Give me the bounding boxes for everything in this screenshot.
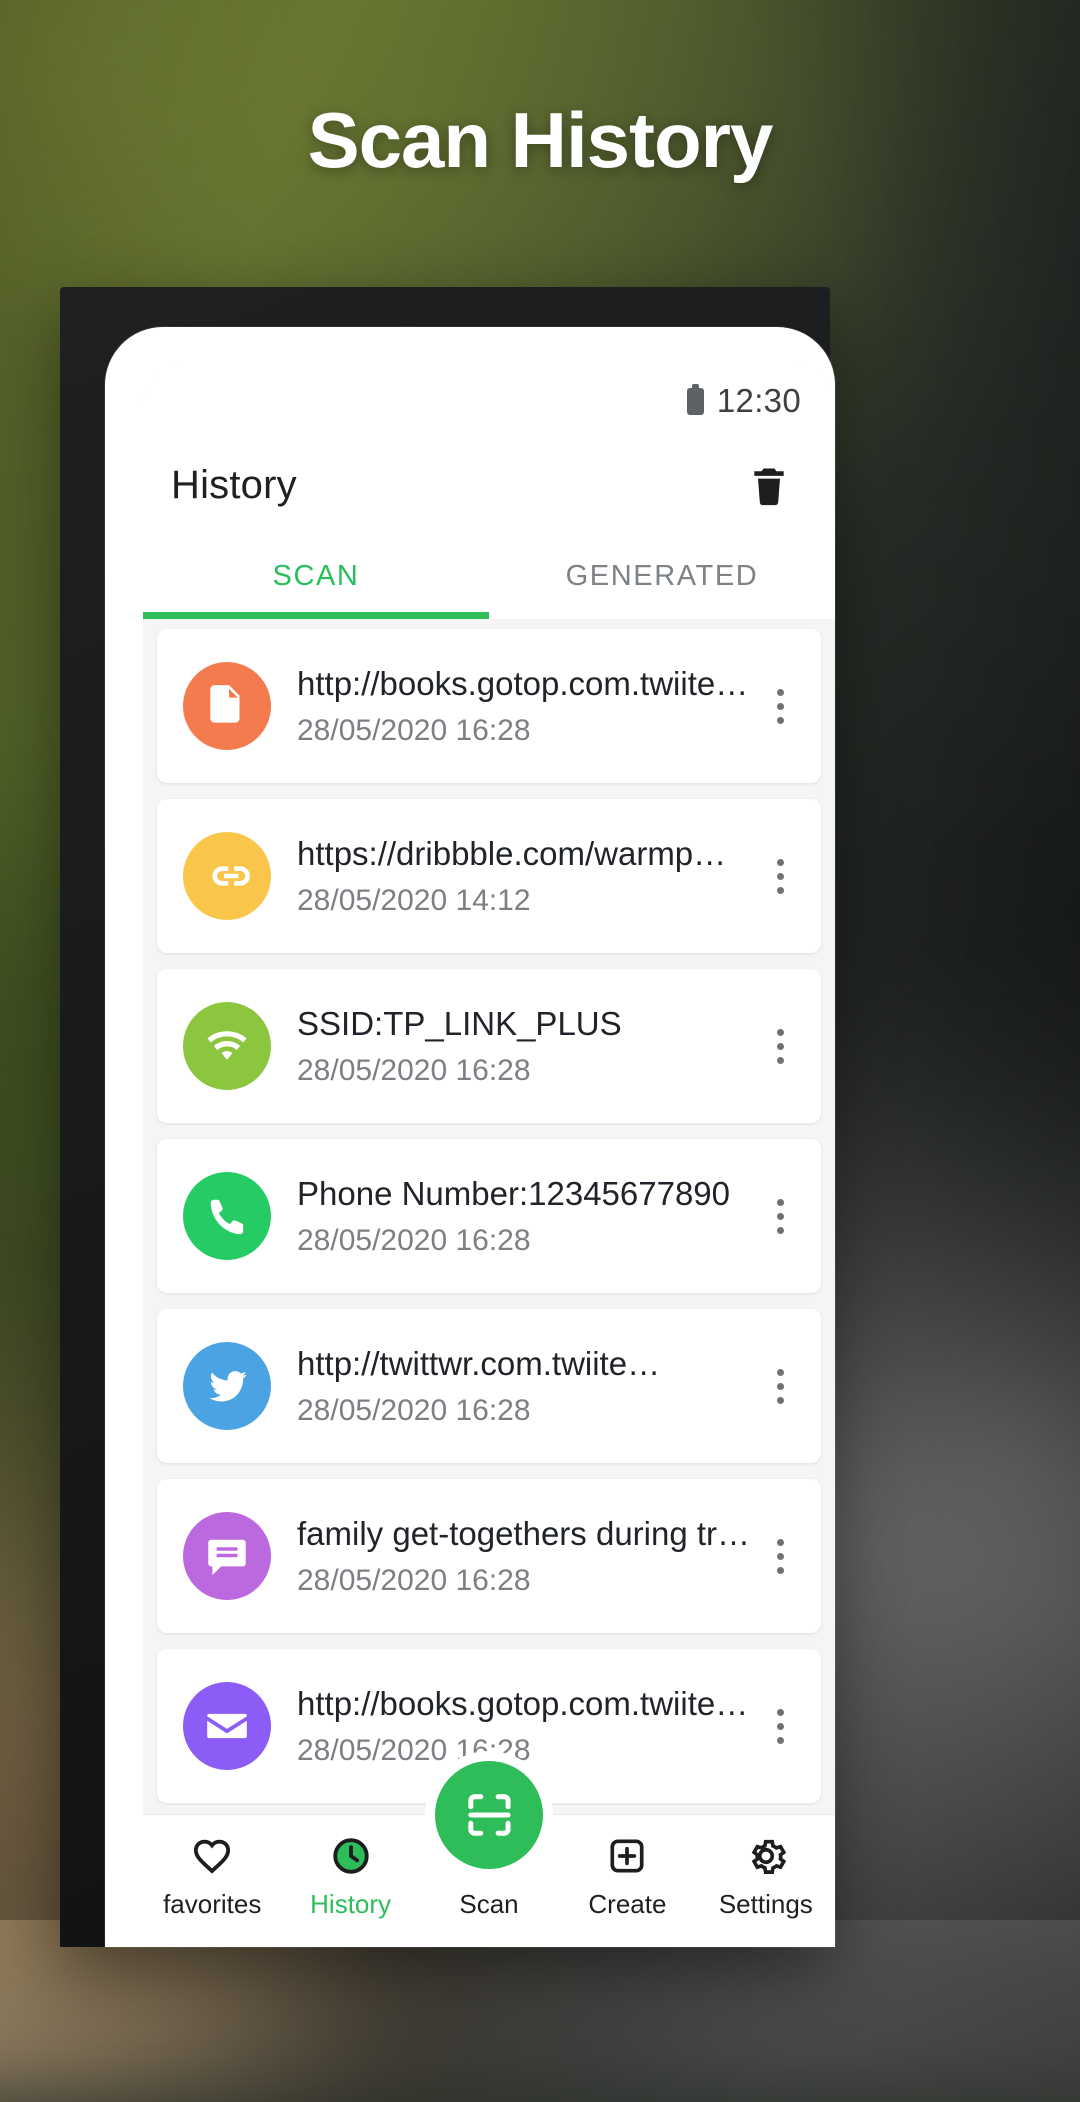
history-tabs: SCAN GENERATED	[143, 533, 835, 619]
status-bar-clock: 12:30	[716, 382, 801, 419]
message-icon	[208, 1539, 246, 1576]
item-timestamp: 28/05/2020 14:12	[297, 884, 531, 918]
item-timestamp: 28/05/2020 16:28	[297, 1054, 531, 1088]
item-text: http://books.gotop.com.twiite… 28/05/202…	[297, 1683, 757, 1769]
wifi-icon	[207, 1031, 247, 1060]
plus-box-icon	[606, 1833, 648, 1879]
twitter-icon	[209, 1371, 247, 1402]
document-icon	[210, 685, 240, 723]
nav-label: Scan	[459, 1889, 519, 1919]
nav-item-settings[interactable]: Settings	[697, 1833, 835, 1920]
kebab-menu-icon[interactable]	[757, 1511, 803, 1601]
item-timestamp: 28/05/2020 16:28	[297, 1224, 531, 1258]
item-title: http://twittwr.com.twiite…	[297, 1344, 661, 1382]
kebab-menu-icon[interactable]	[757, 831, 803, 921]
item-avatar	[183, 662, 271, 750]
history-list[interactable]: http://books.gotop.com.twiite… 28/05/202…	[143, 619, 835, 1815]
kebab-menu-icon[interactable]	[757, 1681, 803, 1771]
tab-scan[interactable]: SCAN	[143, 533, 489, 619]
item-timestamp: 28/05/2020 16:28	[297, 1564, 531, 1598]
item-text: http://books.gotop.com.twiite… 28/05/202…	[297, 663, 757, 749]
item-avatar	[183, 1512, 271, 1600]
app-screen: 12:30 History SCAN GENERATED http://book…	[143, 365, 835, 1947]
nav-item-favorites[interactable]: favorites	[143, 1833, 281, 1920]
item-avatar	[183, 1342, 271, 1430]
list-item[interactable]: SSID:TP_LINK_PLUS 28/05/2020 16:28	[157, 969, 821, 1123]
clock-icon	[329, 1833, 373, 1879]
phone-body: 12:30 History SCAN GENERATED http://book…	[105, 327, 835, 1947]
phone-mockup: 12:30 History SCAN GENERATED http://book…	[60, 287, 835, 1947]
list-item[interactable]: https://dribbble.com/warmp… 28/05/2020 1…	[157, 799, 821, 953]
list-item[interactable]: family get-togethers during tr… 28/05/20…	[157, 1479, 821, 1633]
item-text: SSID:TP_LINK_PLUS 28/05/2020 16:28	[297, 1003, 757, 1089]
list-item[interactable]: Phone Number:12345677890 28/05/2020 16:2…	[157, 1139, 821, 1293]
trash-icon	[754, 468, 784, 506]
kebab-menu-icon[interactable]	[757, 1341, 803, 1431]
item-title: http://books.gotop.com.twiite…	[297, 1684, 749, 1722]
nav-item-history[interactable]: History	[281, 1833, 419, 1920]
nav-label: Settings	[718, 1889, 813, 1919]
page-title: History	[171, 462, 297, 507]
item-text: family get-togethers during tr… 28/05/20…	[297, 1513, 757, 1599]
nav-label: Create	[588, 1889, 667, 1919]
item-avatar	[183, 1682, 271, 1770]
promo-headline: Scan History	[307, 96, 774, 184]
tab-generated[interactable]: GENERATED	[489, 533, 835, 619]
item-title: https://dribbble.com/warmp…	[297, 834, 727, 872]
item-text: http://twittwr.com.twiite… 28/05/2020 16…	[297, 1343, 757, 1429]
delete-history-button[interactable]	[741, 457, 797, 513]
item-title: SSID:TP_LINK_PLUS	[297, 1004, 622, 1042]
list-item[interactable]: http://twittwr.com.twiite… 28/05/2020 16…	[157, 1309, 821, 1463]
item-avatar	[183, 1002, 271, 1090]
scan-frame-icon	[468, 1794, 511, 1836]
app-bar: History	[143, 437, 835, 533]
bottom-navigation: favorites History Scan Create Settings	[143, 1761, 835, 1947]
tab-indicator	[143, 612, 489, 619]
kebab-menu-icon[interactable]	[757, 661, 803, 751]
nav-label: History	[310, 1889, 392, 1919]
status-bar: 12:30	[143, 365, 835, 437]
kebab-menu-icon[interactable]	[757, 1171, 803, 1261]
link-icon	[212, 866, 250, 886]
item-timestamp: 28/05/2020 16:28	[297, 1394, 531, 1428]
email-icon	[207, 1713, 247, 1739]
battery-icon	[686, 383, 704, 415]
item-title: Phone Number:12345677890	[297, 1174, 731, 1212]
scan-fab-button[interactable]	[435, 1761, 543, 1869]
list-item[interactable]: http://books.gotop.com.twiite… 28/05/202…	[157, 629, 821, 783]
item-text: https://dribbble.com/warmp… 28/05/2020 1…	[297, 833, 757, 919]
item-avatar	[183, 832, 271, 920]
nav-label: favorites	[163, 1889, 262, 1919]
item-avatar	[183, 1172, 271, 1260]
gear-icon	[744, 1833, 788, 1879]
kebab-menu-icon[interactable]	[757, 1001, 803, 1091]
nav-item-create[interactable]: Create	[558, 1833, 696, 1920]
heart-icon	[190, 1833, 234, 1879]
item-title: http://books.gotop.com.twiite…	[297, 664, 749, 702]
item-timestamp: 28/05/2020 16:28	[297, 714, 531, 748]
item-timestamp: 28/05/2020 16:28	[297, 1734, 531, 1768]
phone-icon	[210, 1199, 244, 1235]
item-text: Phone Number:12345677890 28/05/2020 16:2…	[297, 1173, 757, 1259]
item-title: family get-togethers during tr…	[297, 1514, 751, 1552]
